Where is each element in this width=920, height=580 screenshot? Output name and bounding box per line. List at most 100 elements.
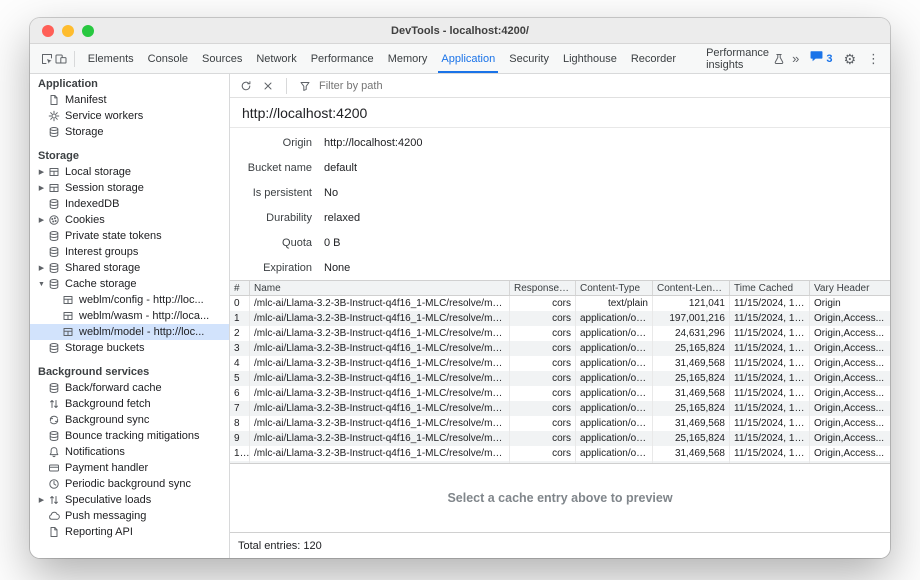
settings-gear-icon[interactable]: ⚙ — [843, 52, 856, 66]
sidebar-item-label: Speculative loads — [65, 494, 151, 506]
sidebar-item-back-forward-cache[interactable]: Back/forward cache — [30, 380, 229, 396]
console-messages-button[interactable]: 3 — [810, 50, 832, 68]
sidebar-item-interest-groups[interactable]: Interest groups — [30, 244, 229, 260]
tab-performance[interactable]: Performance — [304, 44, 381, 73]
sidebar-item-cache-storage[interactable]: ▼Cache storage — [30, 276, 229, 292]
tab-label: Memory — [388, 53, 428, 65]
cell-content-type: application/oc... — [576, 386, 653, 401]
filter-by-path-input[interactable]: Filter by path — [319, 80, 383, 92]
kebab-menu-icon[interactable]: ⋮ — [867, 52, 880, 65]
column-header-vary-header[interactable]: Vary Header — [810, 281, 890, 295]
sidebar-item-local-storage[interactable]: ▶Local storage — [30, 164, 229, 180]
cache-entry-row[interactable]: 2/mlc-ai/Llama-3.2-3B-Instruct-q4f16_1-M… — [230, 326, 890, 341]
sidebar-item-indexeddb[interactable]: IndexedDB — [30, 196, 229, 212]
column-header-content-type[interactable]: Content-Type — [576, 281, 653, 295]
cell-time-cached: 11/15/2024, 10... — [730, 401, 810, 416]
sidebar-item-payment-handler[interactable]: Payment handler — [30, 460, 229, 476]
tab-label: Performance — [311, 53, 374, 65]
sidebar-item-service-workers[interactable]: Service workers — [30, 108, 229, 124]
sidebar-item-session-storage[interactable]: ▶Session storage — [30, 180, 229, 196]
sidebar-item-label: Bounce tracking mitigations — [65, 430, 200, 442]
cache-entry-row[interactable]: 10/mlc-ai/Llama-3.2-3B-Instruct-q4f16_1-… — [230, 446, 890, 461]
sidebar-item-private-state-tokens[interactable]: Private state tokens — [30, 228, 229, 244]
tab-security[interactable]: Security — [502, 44, 556, 73]
expand-arrow-icon[interactable]: ▶ — [36, 264, 47, 272]
sidebar-item-background-sync[interactable]: Background sync — [30, 412, 229, 428]
column-header-[interactable]: # — [230, 281, 250, 295]
sidebar-item-storage[interactable]: Storage — [30, 124, 229, 140]
sidebar-item-shared-storage[interactable]: ▶Shared storage — [30, 260, 229, 276]
database-icon — [47, 126, 60, 139]
cell-time-cached: 11/15/2024, 10... — [730, 386, 810, 401]
cell-name: /mlc-ai/Llama-3.2-3B-Instruct-q4f16_1-ML… — [250, 326, 510, 341]
cache-entry-row[interactable]: 4/mlc-ai/Llama-3.2-3B-Instruct-q4f16_1-M… — [230, 356, 890, 371]
tab-console[interactable]: Console — [141, 44, 195, 73]
cache-entry-row[interactable]: 1/mlc-ai/Llama-3.2-3B-Instruct-q4f16_1-M… — [230, 311, 890, 326]
sidebar-item-push-messaging[interactable]: Push messaging — [30, 508, 229, 524]
cache-entry-row[interactable]: 6/mlc-ai/Llama-3.2-3B-Instruct-q4f16_1-M… — [230, 386, 890, 401]
table-icon — [61, 294, 74, 307]
cell-time-cached: 11/15/2024, 10... — [730, 356, 810, 371]
sidebar-item-label: weblm/config - http://loc... — [79, 294, 204, 306]
cache-entry-row[interactable]: 3/mlc-ai/Llama-3.2-3B-Instruct-q4f16_1-M… — [230, 341, 890, 356]
cache-entry-row[interactable]: 8/mlc-ai/Llama-3.2-3B-Instruct-q4f16_1-M… — [230, 416, 890, 431]
collapse-arrow-icon[interactable]: ▼ — [36, 281, 47, 288]
sidebar-item-background-fetch[interactable]: Background fetch — [30, 396, 229, 412]
device-toolbar-icon[interactable] — [54, 49, 68, 69]
more-tabs-icon[interactable]: » — [792, 51, 799, 66]
expand-arrow-icon[interactable]: ▶ — [36, 168, 47, 176]
expand-arrow-icon[interactable]: ▶ — [36, 184, 47, 192]
tab-performance-insights[interactable]: Performance insights — [699, 44, 792, 73]
meta-value: No — [324, 187, 338, 199]
column-header-name[interactable]: Name — [250, 281, 510, 295]
expand-arrow-icon[interactable]: ▶ — [36, 496, 47, 504]
sidebar-item-weblm-model-http-loc[interactable]: weblm/model - http://loc... — [30, 324, 229, 340]
cell-time-cached: 11/15/2024, 10... — [730, 446, 810, 461]
sidebar-item-cookies[interactable]: ▶Cookies — [30, 212, 229, 228]
tab-label: Performance insights — [706, 47, 769, 71]
column-header-response-type[interactable]: Response-Type — [510, 281, 576, 295]
database-icon — [47, 342, 60, 355]
sidebar-item-storage-buckets[interactable]: Storage buckets — [30, 340, 229, 356]
sidebar-item-weblm-config-http-loc[interactable]: weblm/config - http://loc... — [30, 292, 229, 308]
sidebar-item-weblm-wasm-http-loca[interactable]: weblm/wasm - http://loca... — [30, 308, 229, 324]
cell-content-type: application/oc... — [576, 371, 653, 386]
sidebar-item-notifications[interactable]: Notifications — [30, 444, 229, 460]
cell-response-type: cors — [510, 356, 576, 371]
cell-content-length: 31,469,568 — [653, 356, 730, 371]
gear-icon — [47, 110, 60, 123]
cache-entry-row[interactable]: 9/mlc-ai/Llama-3.2-3B-Instruct-q4f16_1-M… — [230, 431, 890, 446]
tab-network[interactable]: Network — [249, 44, 303, 73]
sidebar-item-manifest[interactable]: Manifest — [30, 92, 229, 108]
tab-application[interactable]: Application — [434, 44, 502, 73]
messages-count-badge: 3 — [826, 53, 832, 65]
cache-entry-row[interactable]: 5/mlc-ai/Llama-3.2-3B-Instruct-q4f16_1-M… — [230, 371, 890, 386]
tab-recorder[interactable]: Recorder — [624, 44, 683, 73]
sidebar-item-periodic-background-sync[interactable]: Periodic background sync — [30, 476, 229, 492]
inspect-element-icon[interactable] — [40, 49, 54, 69]
titlebar[interactable]: DevTools - localhost:4200/ — [30, 18, 890, 44]
sidebar-item-speculative-loads[interactable]: ▶ Speculative loads — [30, 492, 229, 508]
table-icon — [61, 326, 74, 339]
tab-label: Network — [256, 53, 296, 65]
cache-entry-row[interactable]: 0/mlc-ai/Llama-3.2-3B-Instruct-q4f16_1-M… — [230, 296, 890, 311]
cell-name: /mlc-ai/Llama-3.2-3B-Instruct-q4f16_1-ML… — [250, 371, 510, 386]
cache-entry-row[interactable]: 7/mlc-ai/Llama-3.2-3B-Instruct-q4f16_1-M… — [230, 401, 890, 416]
cell-name: /mlc-ai/Llama-3.2-3B-Instruct-q4f16_1-ML… — [250, 431, 510, 446]
tab-memory[interactable]: Memory — [381, 44, 435, 73]
window-title: DevTools - localhost:4200/ — [30, 18, 890, 43]
cell-response-type: cors — [510, 326, 576, 341]
sidebar-item-label: Payment handler — [65, 462, 148, 474]
tab-sources[interactable]: Sources — [195, 44, 249, 73]
sidebar-item-reporting-api[interactable]: Reporting API — [30, 524, 229, 540]
sidebar-item-bounce-tracking-mitigations[interactable]: Bounce tracking mitigations — [30, 428, 229, 444]
cell-: 8 — [230, 416, 250, 431]
delete-entry-icon[interactable] — [258, 76, 278, 96]
tab-elements[interactable]: Elements — [81, 44, 141, 73]
tab-lighthouse[interactable]: Lighthouse — [556, 44, 624, 73]
expand-arrow-icon[interactable]: ▶ — [36, 216, 47, 224]
refresh-icon[interactable] — [236, 76, 256, 96]
column-header-content-length[interactable]: Content-Length — [653, 281, 730, 295]
column-header-time-cached[interactable]: Time Cached — [730, 281, 810, 295]
tab-label: Lighthouse — [563, 53, 617, 65]
